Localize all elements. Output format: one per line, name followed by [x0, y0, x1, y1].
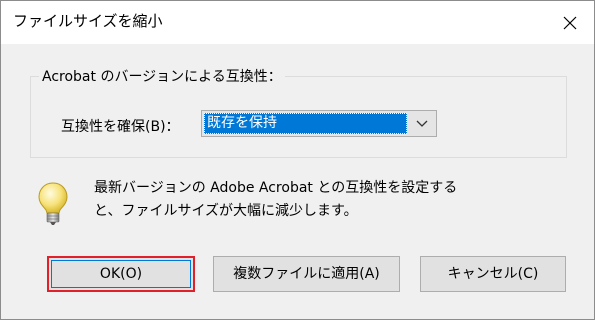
chevron-down-icon [416, 120, 428, 127]
apply-to-multiple-files-button[interactable]: 複数ファイルに適用(A) [213, 256, 400, 292]
cancel-button-label: キャンセル(C) [447, 266, 539, 282]
info-message-line-1: 最新バージョンの Adobe Acrobat との互換性を設定する [94, 180, 458, 196]
cancel-button[interactable]: キャンセル(C) [420, 256, 566, 292]
ok-button-focus-ring [51, 260, 191, 288]
compatibility-select[interactable]: 既存を保持 [201, 110, 437, 137]
apply-to-multiple-files-label: 複数ファイルに適用(A) [233, 266, 380, 282]
close-button[interactable] [552, 5, 588, 41]
info-message: 最新バージョンの Adobe Acrobat との互換性を設定する と、ファイル… [94, 177, 494, 223]
lightbulb-icon [38, 182, 68, 225]
title-bar: ファイルサイズを縮小 [1, 1, 594, 44]
compatibility-label: 互換性を確保(B)： [61, 119, 180, 135]
info-message-line-2: と、ファイルサイズが大幅に減少します。 [94, 203, 358, 219]
reduce-file-size-dialog: ファイルサイズを縮小 Acrobat のバージョンによる互換性： 互換性を確保(… [0, 0, 595, 320]
compatibility-group-legend: Acrobat のバージョンによる互換性： [39, 68, 285, 86]
compatibility-selected-value: 既存を保持 [204, 113, 407, 134]
ok-button[interactable]: OK(O) [47, 256, 195, 292]
window-title: ファイルサイズを縮小 [13, 12, 163, 30]
close-icon [563, 16, 577, 30]
